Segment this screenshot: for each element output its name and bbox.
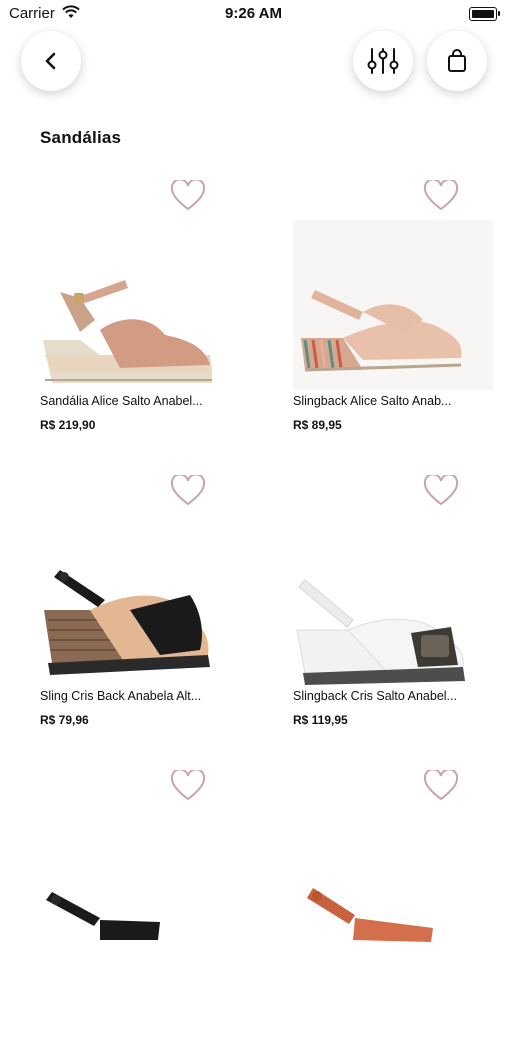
product-image[interactable]: [293, 220, 493, 390]
product-image[interactable]: [40, 220, 240, 390]
battery-icon: [469, 7, 500, 21]
product-card[interactable]: [40, 770, 240, 1050]
heart-icon[interactable]: [170, 475, 206, 507]
product-image[interactable]: [40, 810, 240, 980]
heart-icon[interactable]: [423, 770, 459, 802]
bag-button[interactable]: [427, 31, 487, 91]
product-card[interactable]: Slingback Alice Salto Anab... R$ 89,95: [293, 180, 493, 460]
product-name[interactable]: Sandália Alice Salto Anabel...: [40, 394, 240, 408]
product-price: R$ 219,90: [40, 418, 96, 432]
filter-button[interactable]: [353, 31, 413, 91]
product-card[interactable]: [293, 770, 493, 1050]
product-card[interactable]: Slingback Cris Salto Anabel... R$ 119,95: [293, 475, 493, 755]
product-card[interactable]: Sandália Alice Salto Anabel... R$ 219,90: [40, 180, 240, 460]
product-card[interactable]: Sling Cris Back Anabela Alt... R$ 79,96: [40, 475, 240, 755]
sliders-icon: [367, 48, 399, 74]
shopping-bag-icon: [448, 49, 466, 72]
product-name[interactable]: Slingback Alice Salto Anab...: [293, 394, 493, 408]
status-bar: Carrier 9:26 AM: [0, 0, 507, 28]
clock: 9:26 AM: [225, 5, 282, 22]
product-image[interactable]: [293, 515, 493, 685]
heart-icon[interactable]: [423, 475, 459, 507]
chevron-left-icon: [45, 52, 56, 70]
back-button[interactable]: [21, 31, 81, 91]
product-name[interactable]: Sling Cris Back Anabela Alt...: [40, 689, 240, 703]
page-title: Sandálias: [40, 128, 122, 147]
heart-icon[interactable]: [170, 770, 206, 802]
heart-icon[interactable]: [423, 180, 459, 212]
heart-icon[interactable]: [170, 180, 206, 212]
product-price: R$ 79,96: [40, 713, 89, 727]
product-image[interactable]: [40, 515, 240, 685]
product-image[interactable]: [293, 810, 493, 980]
product-price: R$ 119,95: [293, 713, 348, 727]
product-price: R$ 89,95: [293, 418, 342, 432]
product-name[interactable]: Slingback Cris Salto Anabel...: [293, 689, 493, 703]
